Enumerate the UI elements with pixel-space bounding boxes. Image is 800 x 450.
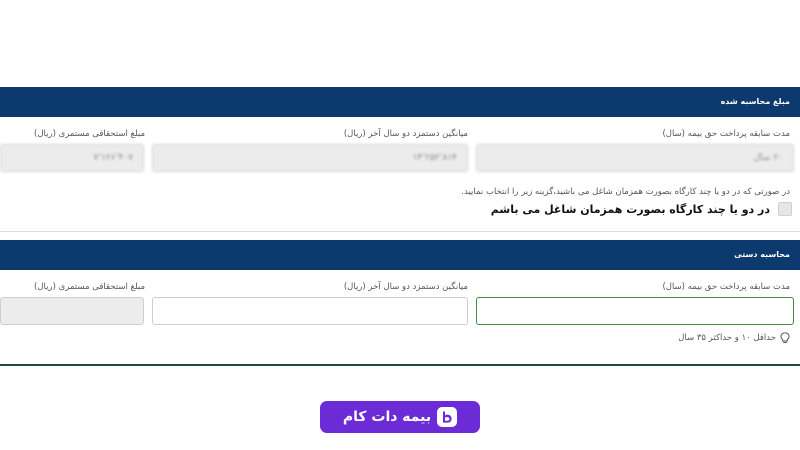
concurrent-jobs-label[interactable]: در دو یا چند کارگاه بصورت همزمان شاغل می… [491,203,770,216]
pension-amount-value: ۷٬۱۲۶٬۴۰۷ [0,144,144,172]
concurrent-jobs-checkbox[interactable] [778,202,792,216]
bimeh-logo-text: بیمه دات کام [342,409,432,425]
section-divider [0,231,800,232]
manual-insurance-years-label: مدت سابقه پرداخت حق بیمه (سال) [662,282,790,292]
manual-pension-amount-field [0,297,144,325]
manual-avg-wage-input[interactable] [152,297,468,325]
insurance-years-help: حداقل ۱۰ و حداکثر ۳۵ سال [678,332,790,344]
insurance-years-help-text: حداقل ۱۰ و حداکثر ۳۵ سال [678,333,776,343]
pension-amount-label: مبلغ استحقاقی مستمری (ریال) [34,129,145,139]
manual-section-header: محاسبه دستی [0,240,800,270]
manual-insurance-years-input[interactable] [476,297,794,325]
lightbulb-icon [780,332,790,343]
calculated-section-header: مبلغ محاسبه شده [0,87,800,117]
bimeh-logo-icon [437,407,458,427]
concurrent-jobs-option[interactable]: در دو یا چند کارگاه بصورت همزمان شاغل می… [491,202,792,216]
avg-wage-label: میانگین دستمزد دو سال آخر (ریال) [343,129,468,139]
manual-pension-amount-label: مبلغ استحقاقی مستمری (ریال) [34,282,145,292]
insurance-years-label: مدت سابقه پرداخت حق بیمه (سال) [662,129,790,139]
avg-wage-value: ۱۴٬۲۵۲٬۸۱۴ [152,144,468,172]
bimeh-logo: بیمه دات کام [320,401,480,433]
concurrent-jobs-hint: در صورتی که در دو یا چند کارگاه بصورت هم… [461,187,790,197]
bottom-border [0,364,800,366]
insurance-years-value: ۲۰ سال [476,144,794,172]
manual-avg-wage-label: میانگین دستمزد دو سال آخر (ریال) [343,282,468,292]
